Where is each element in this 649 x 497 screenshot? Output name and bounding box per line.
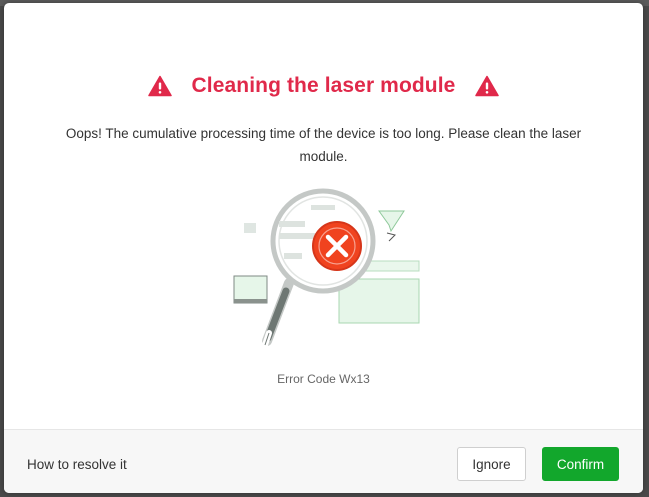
how-to-resolve-link[interactable]: How to resolve it [27,457,127,472]
warning-triangle-icon [147,75,172,97]
ignore-button[interactable]: Ignore [457,447,526,481]
dialog-title: Cleaning the laser module [191,74,456,97]
error-code: Error Code Wx13 [277,372,370,386]
confirm-button[interactable]: Confirm [542,447,619,481]
dialog-footer: How to resolve it Ignore Confirm [4,429,643,493]
magnifier-error-icon [219,183,429,353]
warning-triangle-icon [475,75,500,97]
title-row: Cleaning the laser module [4,70,643,102]
cleaning-dialog: Cleaning the laser module Oops! The cumu… [4,3,643,493]
dialog-message: Oops! The cumulative processing time of … [65,126,582,164]
